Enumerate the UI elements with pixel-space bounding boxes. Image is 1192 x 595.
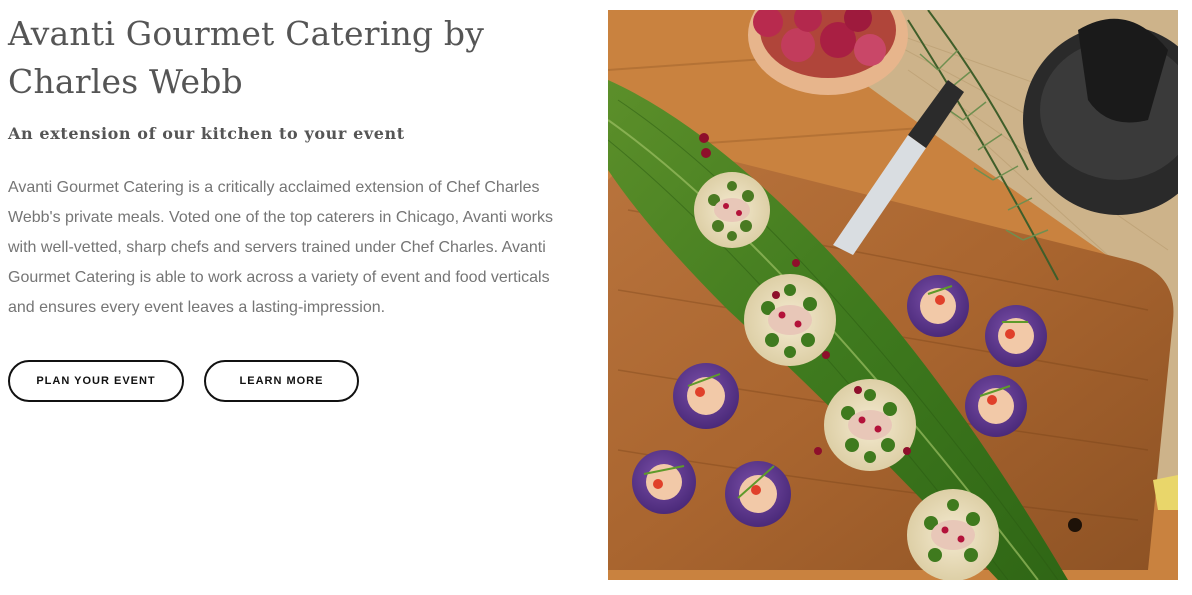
learn-more-button[interactable]: LEARN MORE xyxy=(204,360,359,402)
plan-your-event-button[interactable]: PLAN YOUR EVENT xyxy=(8,360,184,402)
page-title: Avanti Gourmet Catering by Charles Webb xyxy=(8,14,485,101)
hero-description: Avanti Gourmet Catering is a critically … xyxy=(8,179,553,316)
hero-buttons: PLAN YOUR EVENT LEARN MORE xyxy=(8,360,588,402)
catering-photo-illustration xyxy=(608,10,1178,580)
page-subtitle: An extension of our kitchen to your even… xyxy=(8,124,405,143)
catering-photo xyxy=(608,10,1178,580)
page: Avanti Gourmet Catering by Charles Webb … xyxy=(0,0,1192,595)
hero-text-column: Avanti Gourmet Catering by Charles Webb … xyxy=(8,10,588,402)
